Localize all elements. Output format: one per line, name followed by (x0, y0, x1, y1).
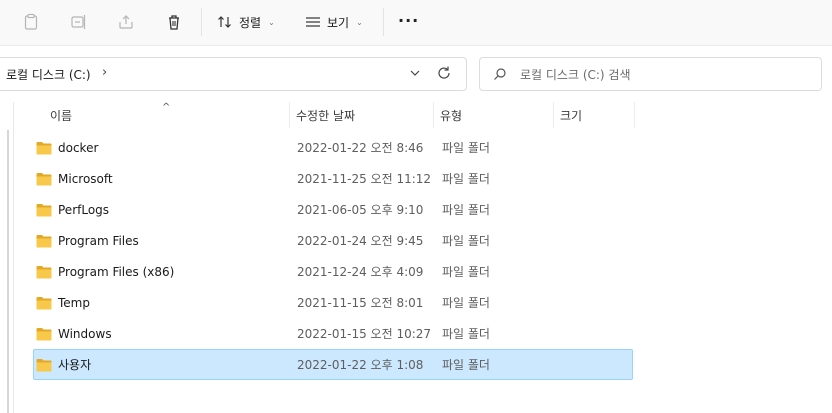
more-options-button[interactable]: ··· (398, 11, 419, 30)
column-header-modified-label: 수정한 날짜 (296, 108, 356, 123)
search-placeholder[interactable]: 로컬 디스크 (C:) 검색 (520, 66, 631, 83)
file-name-cell[interactable]: Temp (36, 296, 90, 310)
file-type: 파일 폴더 (442, 234, 490, 248)
delete-icon[interactable] (161, 9, 187, 35)
refresh-button[interactable] (435, 64, 453, 85)
file-modified-date: 2022-01-15 오전 10:27 (297, 327, 432, 341)
file-name: Windows (58, 326, 112, 341)
breadcrumb-chevron-icon[interactable]: › (102, 65, 107, 80)
sort-icon (218, 16, 231, 28)
file-list: docker 2022-01-22 오전 8:46 파일 폴더 Microsoft 20… (33, 132, 633, 380)
file-type: 파일 폴더 (442, 358, 490, 372)
sort-button[interactable]: 정렬 ⌄ (217, 9, 275, 35)
folder-icon (36, 172, 52, 185)
file-modified-date: 2021-11-25 오전 11:12 (297, 172, 432, 186)
column-header-size-label: 크기 (560, 108, 583, 123)
refresh-icon (438, 66, 450, 79)
rename-icon[interactable] (66, 9, 92, 35)
column-header-type[interactable]: 유형 (434, 102, 554, 128)
file-name: Program Files (x86) (58, 264, 175, 279)
toolbar-separator (383, 8, 384, 36)
file-name: Program Files (58, 233, 139, 248)
file-name: Temp (58, 295, 90, 310)
column-header-modified[interactable]: 수정한 날짜 (290, 102, 434, 128)
file-name: docker (58, 140, 99, 155)
column-header-name-label: 이름 (50, 108, 73, 123)
command-bar: 정렬 ⌄ 보기 ⌄ ··· (0, 0, 832, 46)
file-type: 파일 폴더 (442, 327, 490, 341)
view-label: 보기 (327, 15, 350, 30)
column-header-size[interactable]: 크기 (554, 102, 635, 128)
file-type: 파일 폴더 (442, 172, 490, 186)
search-icon (493, 67, 507, 84)
file-name-cell[interactable]: 사용자 (36, 356, 91, 373)
file-modified-date: 2021-11-15 오전 8:01 (297, 296, 424, 310)
column-header-row: ^ 이름 수정한 날짜 유형 크기 (0, 102, 832, 128)
file-row[interactable]: Windows 2022-01-15 오전 10:27 파일 폴더 (33, 318, 633, 349)
file-row[interactable]: Program Files 2022-01-24 오전 9:45 파일 폴더 (33, 225, 633, 256)
file-name-cell[interactable]: Microsoft (36, 172, 113, 186)
file-modified-date: 2022-01-22 오전 8:46 (297, 141, 424, 155)
folder-icon (36, 327, 52, 340)
view-button[interactable]: 보기 ⌄ (305, 9, 363, 35)
file-name: Microsoft (58, 171, 113, 186)
address-path[interactable]: 로컬 디스크 (C:) (6, 66, 91, 83)
file-row[interactable]: docker 2022-01-22 오전 8:46 파일 폴더 (33, 132, 633, 163)
share-icon[interactable] (113, 9, 139, 35)
address-bar[interactable]: 로컬 디스크 (C:) › (0, 57, 467, 91)
file-type: 파일 폴더 (442, 296, 490, 310)
file-row[interactable]: Temp 2021-11-15 오전 8:01 파일 폴더 (33, 287, 633, 318)
file-modified-date: 2021-12-24 오후 4:09 (297, 265, 424, 279)
file-type: 파일 폴더 (442, 203, 490, 217)
file-name-cell[interactable]: Program Files (x86) (36, 265, 174, 279)
file-name: PerfLogs (58, 202, 110, 217)
search-box[interactable]: 로컬 디스크 (C:) 검색 (479, 57, 822, 91)
folder-icon (36, 234, 52, 247)
file-name-cell[interactable]: Windows (36, 327, 112, 341)
file-type: 파일 폴더 (442, 141, 490, 155)
view-icon (306, 17, 320, 27)
address-history-dropdown[interactable] (409, 67, 421, 82)
navigation-scrollbar[interactable] (7, 130, 9, 413)
chevron-down-icon: ⌄ (268, 17, 275, 27)
folder-icon (36, 203, 52, 216)
file-name: 사용자 (58, 358, 92, 372)
folder-icon (36, 265, 52, 278)
chevron-down-icon: ⌄ (356, 17, 363, 27)
file-row[interactable]: Microsoft 2021-11-25 오전 11:12 파일 폴더 (33, 163, 633, 194)
file-name-cell[interactable]: PerfLogs (36, 203, 109, 217)
file-modified-date: 2021-06-05 오후 9:10 (297, 203, 424, 217)
file-name-cell[interactable]: Program Files (36, 234, 139, 248)
folder-icon (36, 296, 52, 309)
file-modified-date: 2022-01-24 오전 9:45 (297, 234, 424, 248)
file-type: 파일 폴더 (442, 265, 490, 279)
toolbar-separator (201, 8, 202, 36)
paste-icon[interactable] (18, 9, 44, 35)
column-header-name[interactable]: 이름 (44, 102, 290, 128)
file-row[interactable]: 사용자 2022-01-22 오후 1:08 파일 폴더 (33, 349, 633, 380)
file-row[interactable]: Program Files (x86) 2021-12-24 오후 4:09 파일 … (33, 256, 633, 287)
file-modified-date: 2022-01-22 오후 1:08 (297, 358, 424, 372)
file-name-cell[interactable]: docker (36, 141, 98, 155)
sort-label: 정렬 (239, 15, 262, 30)
folder-icon (36, 141, 52, 154)
chevron-down-icon (410, 70, 420, 76)
folder-icon (36, 358, 52, 371)
file-row[interactable]: PerfLogs 2021-06-05 오후 9:10 파일 폴더 (33, 194, 633, 225)
column-header-type-label: 유형 (440, 108, 463, 123)
